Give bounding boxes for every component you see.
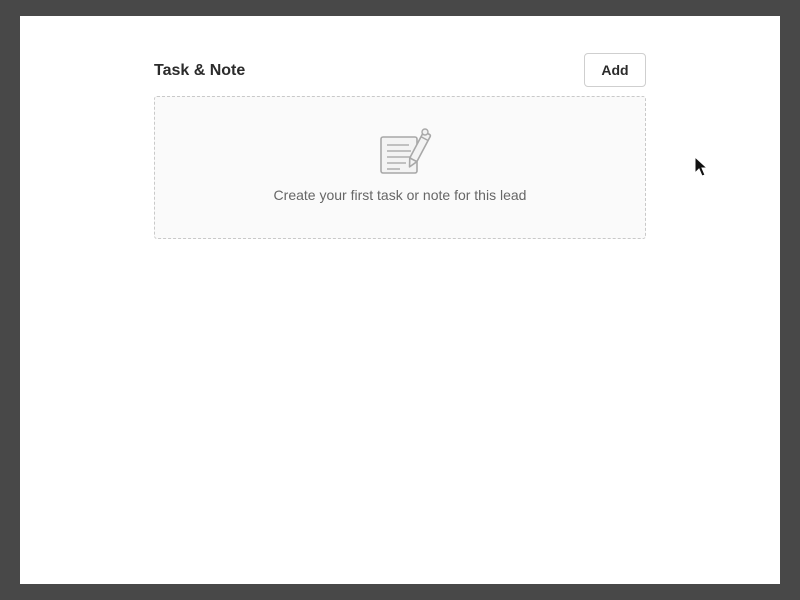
empty-state-box[interactable]: Create your first task or note for this … [154, 96, 646, 239]
note-pencil-icon [378, 127, 434, 177]
app-window: Task & Note Add Create your first task o… [20, 16, 780, 584]
mouse-pointer-icon [694, 155, 709, 178]
section-title: Task & Note [154, 62, 246, 79]
section-header: Task & Note Add [154, 53, 646, 97]
add-button[interactable]: Add [584, 53, 646, 87]
task-note-section: Task & Note Add Create your first task o… [154, 53, 646, 239]
empty-state-message: Create your first task or note for this … [273, 187, 527, 203]
